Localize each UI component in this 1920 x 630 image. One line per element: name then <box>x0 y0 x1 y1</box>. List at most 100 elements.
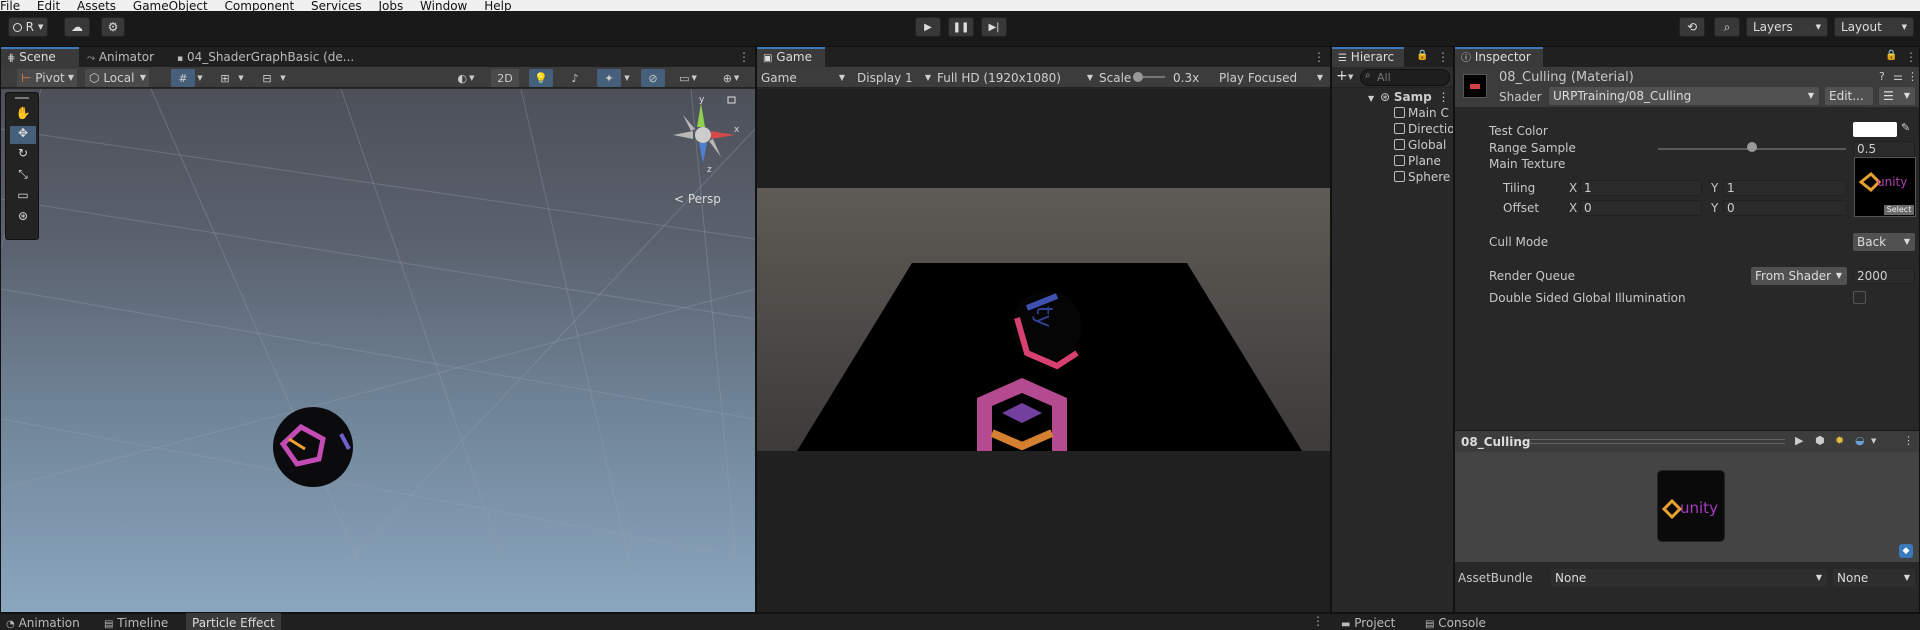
layers-dropdown[interactable]: Layers ▼ <box>1746 17 1828 37</box>
menu-gameobject[interactable]: GameObject <box>133 0 208 11</box>
dsgi-checkbox[interactable] <box>1853 291 1866 304</box>
drag-handle-icon[interactable] <box>15 97 29 99</box>
tab-console[interactable]: ▤ Console <box>1419 613 1492 630</box>
effects-dropdown[interactable]: ▼ <box>621 69 633 87</box>
tab-shadergraph[interactable]: ▪ 04_ShaderGraphBasic (de... <box>171 47 360 67</box>
shading-mode-dropdown[interactable]: ◐ ▼ <box>451 69 481 87</box>
game-view[interactable]: ty <box>757 188 1330 451</box>
scale-tool-icon[interactable]: ⤡ <box>10 167 36 185</box>
more-options-icon[interactable]: ⋮ <box>1907 70 1918 83</box>
hidden-objects-toggle[interactable]: ⊘ <box>641 69 665 87</box>
more-options-icon[interactable]: ⋮ <box>1903 434 1914 447</box>
tab-hierarchy[interactable]: ☰ Hierarc <box>1332 47 1404 67</box>
scene-viewport[interactable]: ✋ ✥ ↻ ⤡ ▭ ⊛ y x z < Persp <box>1 89 755 612</box>
step-button[interactable]: ▶| <box>981 17 1007 37</box>
offset-x-input[interactable]: 0 <box>1580 200 1702 216</box>
snap-toggle[interactable]: ⊞ <box>213 69 237 87</box>
assetbundle-name-dropdown[interactable]: None ▼ <box>1551 569 1827 587</box>
menu-help[interactable]: Help <box>484 0 511 11</box>
render-queue-source-dropdown[interactable]: From Shader ▼ <box>1751 267 1847 285</box>
hierarchy-item[interactable]: Sphere <box>1394 169 1453 185</box>
menu-assets[interactable]: Assets <box>77 0 116 11</box>
mode-2d-button[interactable]: 2D <box>491 69 519 87</box>
lock-icon[interactable]: 🔒 <box>1416 50 1428 61</box>
search-button[interactable]: ⌕ <box>1714 17 1740 37</box>
texture-select-button[interactable]: Select <box>1884 205 1914 215</box>
menu-edit[interactable]: Edit <box>37 0 60 11</box>
assetbundle-variant-dropdown[interactable]: None ▼ <box>1833 569 1915 587</box>
sphere-object[interactable] <box>273 407 353 487</box>
display-dropdown[interactable]: Display 1 ▼ <box>857 69 931 87</box>
rect-tool-icon[interactable]: ▭ <box>10 188 36 206</box>
tab-animator[interactable]: ⤳ Animator <box>81 47 160 67</box>
more-options-icon[interactable]: ⋮ <box>1438 90 1450 104</box>
audio-toggle[interactable]: ♪ <box>563 69 587 87</box>
test-color-swatch[interactable] <box>1853 122 1897 137</box>
snap-dropdown[interactable]: ▼ <box>235 69 247 87</box>
rotate-tool-icon[interactable]: ↻ <box>10 146 36 164</box>
persp-label[interactable]: < Persp <box>674 192 721 206</box>
menu-services[interactable]: Services <box>311 0 362 11</box>
gizmos-dropdown[interactable]: ⊕ ▼ <box>713 69 749 87</box>
chevron-down-icon[interactable]: ▼ <box>1871 437 1876 445</box>
hierarchy-item[interactable]: Main C <box>1394 105 1453 121</box>
pivot-dropdown[interactable]: ⊢ Pivot ▼ <box>17 69 77 87</box>
pause-button[interactable]: ❚❚ <box>948 17 974 37</box>
local-dropdown[interactable]: ⬡ Local ▼ <box>85 69 149 87</box>
preview-light-icon[interactable]: ✹ <box>1835 434 1844 447</box>
eyedropper-icon[interactable]: ✎ <box>1901 121 1910 134</box>
effects-toggle[interactable]: ✦ <box>597 69 621 87</box>
history-button[interactable]: ⟲ <box>1679 17 1705 37</box>
label-tag-icon[interactable]: ◆ <box>1899 544 1913 558</box>
menu-window[interactable]: Window <box>420 0 467 11</box>
more-options-icon[interactable]: ⋮ <box>1905 50 1917 64</box>
increment-snap[interactable]: ⊟ <box>255 69 279 87</box>
add-icon[interactable]: + <box>1336 68 1348 84</box>
hierarchy-item[interactable]: Directio <box>1394 121 1453 137</box>
help-icon[interactable]: ? <box>1879 70 1885 83</box>
tab-inspector[interactable]: ⓘ Inspector <box>1455 47 1543 67</box>
hand-tool-icon[interactable]: ✋ <box>10 106 36 124</box>
collab-button[interactable]: ⚙ <box>101 17 125 37</box>
tab-particle-effect[interactable]: Particle Effect <box>186 613 281 630</box>
preview-cube-icon[interactable]: ⬢ <box>1815 434 1825 447</box>
hierarchy-item[interactable]: Global <box>1394 137 1453 153</box>
tab-timeline[interactable]: ▤ Timeline <box>98 613 174 630</box>
more-options-icon[interactable]: ⋮ <box>738 50 750 64</box>
preview-drag-handle[interactable] <box>1529 439 1785 444</box>
scale-slider-handle[interactable] <box>1133 72 1143 82</box>
tiling-y-input[interactable]: 1 <box>1723 180 1847 196</box>
play-button[interactable]: ▶ <box>915 17 941 37</box>
render-queue-input[interactable]: 2000 <box>1853 268 1915 284</box>
chevron-down-icon[interactable]: ▼ <box>1348 73 1353 81</box>
increment-dropdown[interactable]: ▼ <box>277 69 289 87</box>
hierarchy-item[interactable]: Plane <box>1394 153 1453 169</box>
cull-mode-dropdown[interactable]: Back ▼ <box>1853 233 1915 251</box>
transform-tool-icon[interactable]: ⊛ <box>10 209 36 227</box>
range-sample-input[interactable]: 0.5 <box>1853 141 1915 157</box>
lighting-toggle[interactable]: 💡 <box>529 69 553 87</box>
material-preview[interactable]: unity ◆ <box>1455 452 1919 562</box>
preview-sphere-icon[interactable]: ◒ <box>1855 434 1865 447</box>
offset-y-input[interactable]: 0 <box>1723 200 1847 216</box>
hierarchy-search-input[interactable]: ⌕ All <box>1360 69 1450 86</box>
range-sample-slider-handle[interactable] <box>1747 142 1757 152</box>
game-view-dropdown[interactable]: Game ▼ <box>761 69 845 87</box>
shader-dropdown[interactable]: URPTraining/08_Culling ▼ <box>1549 87 1819 105</box>
shader-options-dropdown[interactable]: ☰ ▼ <box>1879 87 1915 105</box>
preset-icon[interactable]: ⚌ <box>1893 70 1903 83</box>
hierarchy-scene-row[interactable]: ▼ ⊛ Samp ⋮ <box>1332 89 1453 105</box>
more-options-icon[interactable]: ⋮ <box>1437 50 1449 64</box>
more-options-icon[interactable]: ⋮ <box>1313 50 1325 64</box>
tab-scene[interactable]: ⋕ Scene <box>1 47 79 67</box>
preview-play-icon[interactable]: ▶ <box>1795 434 1803 447</box>
lock-icon[interactable] <box>727 96 736 104</box>
grid-dropdown[interactable]: ▼ <box>194 69 206 87</box>
cloud-button[interactable]: ☁ <box>64 17 90 37</box>
tab-project[interactable]: ▬ Project <box>1335 613 1401 630</box>
move-tool-icon[interactable]: ✥ <box>10 126 36 144</box>
lock-icon[interactable]: 🔒 <box>1885 50 1897 61</box>
menu-jobs[interactable]: Jobs <box>378 0 403 11</box>
play-mode-dropdown[interactable]: Play Focused ▼ <box>1219 69 1329 87</box>
layout-dropdown[interactable]: Layout ▼ <box>1834 17 1914 37</box>
